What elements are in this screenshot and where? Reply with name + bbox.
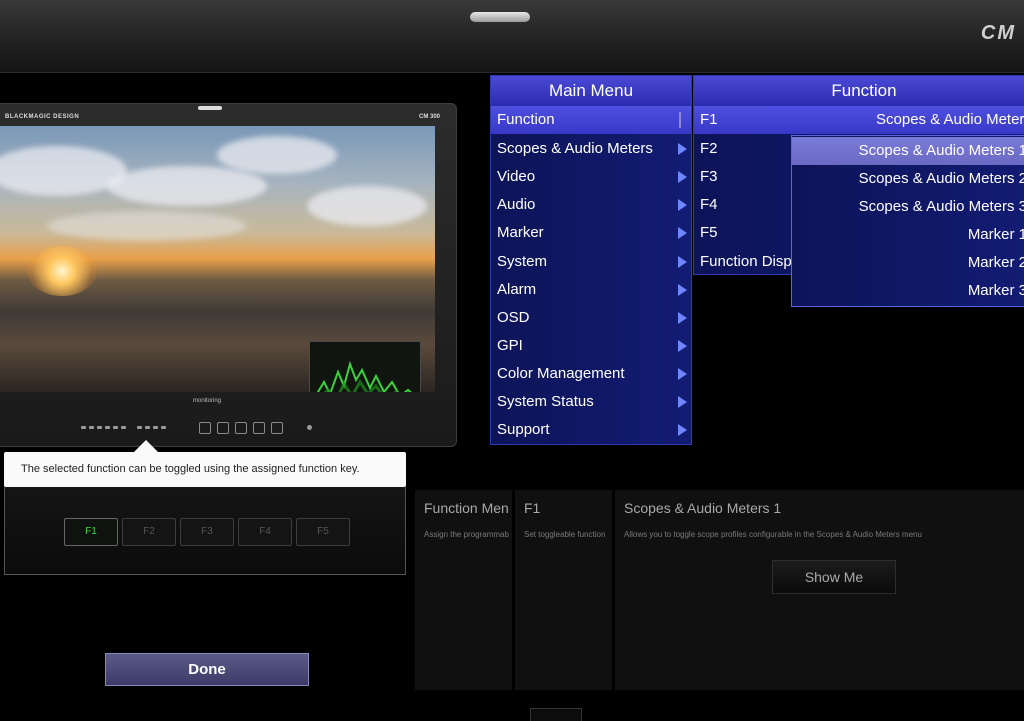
drag-handle[interactable] — [470, 12, 530, 22]
info-panel-function-menu: Function Menu Assign the programmable fu… — [415, 490, 512, 690]
chevron-right-icon — [678, 227, 687, 239]
chevron-right-icon — [678, 199, 687, 211]
menu-item-label: System — [497, 253, 548, 270]
option-marker-3[interactable]: Marker 3 — [792, 277, 1024, 305]
monitor-top-tab — [198, 106, 222, 110]
option-marker-1[interactable]: Marker 1 — [792, 221, 1024, 249]
monitor-screen-image — [0, 126, 435, 392]
menu-item-label: Function — [497, 111, 555, 128]
option-marker-2[interactable]: Marker 2 — [792, 249, 1024, 277]
menu-item-color-management[interactable]: Color Management — [491, 360, 691, 388]
info-title: Scopes & Audio Meters 1 — [624, 500, 782, 516]
top-bar: CM — [0, 0, 1024, 73]
menu-item-label: Marker — [497, 224, 544, 241]
main-menu: Main Menu Function Scopes & Audio Meters… — [490, 75, 692, 445]
info-title: Function Menu — [424, 500, 509, 516]
info-title: F1 — [524, 500, 541, 516]
function-options-dropdown: Scopes & Audio Meters 1 Scopes & Audio M… — [791, 135, 1024, 307]
scope-overlay — [309, 341, 421, 392]
monitor-brand: BLACKMAGIC DESIGN — [5, 114, 80, 120]
function-key-tooltip: The selected function can be toggled usi… — [4, 452, 406, 487]
info-panel-scopes-audio-meters-1: Scopes & Audio Meters 1 Allows you to to… — [615, 490, 1024, 690]
main-menu-title: Main Menu — [491, 76, 691, 107]
function-key-f3[interactable]: F3 — [180, 518, 234, 546]
info-panel-f1: F1 Set toggleable function — [515, 490, 612, 690]
menu-item-label: Scopes & Audio Meters — [497, 140, 653, 157]
tooltip-arrow — [134, 440, 158, 452]
option-scopes-audio-meters-1[interactable]: Scopes & Audio Meters 1 — [792, 137, 1024, 165]
function-item-label: F4 — [700, 196, 718, 213]
chevron-right-icon — [678, 396, 687, 408]
chevron-right-icon — [678, 171, 687, 183]
info-description: Assign the programmable functions — [424, 530, 509, 539]
menu-item-label: System Status — [497, 393, 594, 410]
function-key-f1[interactable]: F1 — [64, 518, 118, 546]
function-item-value: Scopes & Audio Meters 1 — [876, 111, 1024, 128]
option-scopes-audio-meters-2[interactable]: Scopes & Audio Meters 2 — [792, 165, 1024, 193]
menu-item-support[interactable]: Support — [491, 416, 691, 444]
info-description: Allows you to toggle scope profiles conf… — [624, 530, 922, 539]
menu-item-video[interactable]: Video — [491, 163, 691, 191]
monitor-label: monitoring — [193, 398, 222, 404]
function-keys-panel: F1 F2 F3 F4 F5 — [4, 487, 406, 575]
chevron-right-icon — [678, 143, 687, 155]
selection-bar-icon — [679, 112, 681, 128]
function-item-label: F3 — [700, 168, 718, 185]
menu-item-scopes-audio-meters[interactable]: Scopes & Audio Meters — [491, 135, 691, 163]
chevron-right-icon — [678, 312, 687, 324]
menu-item-system-status[interactable]: System Status — [491, 388, 691, 416]
menu-item-label: Alarm — [497, 281, 537, 298]
function-key-f5[interactable]: F5 — [296, 518, 350, 546]
menu-item-label: Support — [497, 421, 550, 438]
chevron-right-icon — [678, 340, 687, 352]
menu-item-label: Video — [497, 168, 536, 185]
done-button[interactable]: Done — [105, 653, 309, 686]
function-item-label: F1 — [700, 111, 718, 128]
chevron-right-icon — [678, 284, 687, 296]
function-item-label: F5 — [700, 224, 718, 241]
function-item-label: F2 — [700, 140, 718, 157]
menu-item-alarm[interactable]: Alarm — [491, 276, 691, 304]
monitor-preview: BLACKMAGIC DESIGN CM 300 monitoring — [0, 103, 457, 447]
function-key-f2[interactable]: F2 — [122, 518, 176, 546]
menu-item-system[interactable]: System — [491, 248, 691, 276]
menu-item-label: Audio — [497, 196, 536, 213]
menu-item-marker[interactable]: Marker — [491, 219, 691, 247]
brand-logo: CM — [980, 22, 1016, 44]
function-menu-title: Function — [694, 76, 1024, 107]
menu-item-audio[interactable]: Audio — [491, 191, 691, 219]
menu-item-gpi[interactable]: GPI — [491, 332, 691, 360]
function-key-f4[interactable]: F4 — [238, 518, 292, 546]
menu-item-function[interactable]: Function — [491, 106, 691, 134]
show-me-button[interactable]: Show Me — [772, 560, 896, 594]
function-item-f1[interactable]: F1 Scopes & Audio Meters 1 — [694, 106, 1024, 134]
chevron-right-icon — [678, 424, 687, 436]
sun-glow — [27, 246, 97, 296]
bottom-tab[interactable] — [530, 708, 582, 721]
menu-item-label: GPI — [497, 337, 523, 354]
monitor-controls — [81, 422, 341, 434]
monitor-model: CM 300 — [418, 114, 440, 120]
menu-item-label: Color Management — [497, 365, 625, 382]
menu-item-osd[interactable]: OSD — [491, 304, 691, 332]
info-description: Set toggleable function — [524, 530, 606, 539]
menu-item-label: OSD — [497, 309, 530, 326]
chevron-right-icon — [678, 256, 687, 268]
option-scopes-audio-meters-3[interactable]: Scopes & Audio Meters 3 — [792, 193, 1024, 221]
chevron-right-icon — [678, 368, 687, 380]
